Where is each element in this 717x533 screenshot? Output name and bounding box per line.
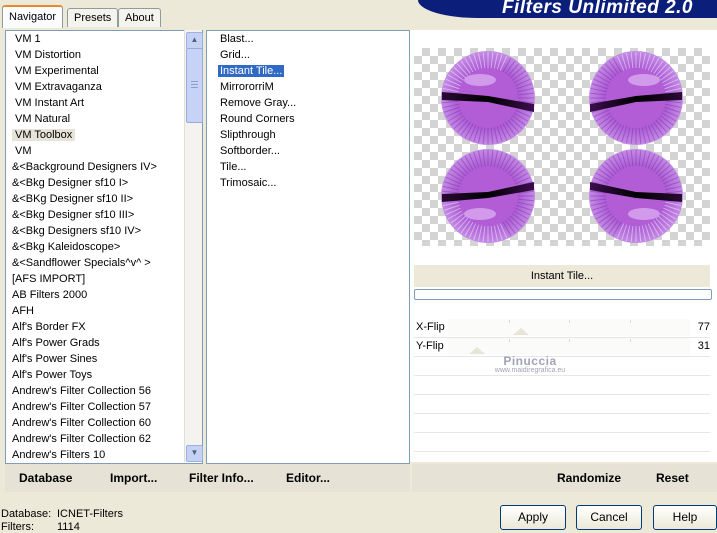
category-item[interactable]: &<Bkg Designers sf10 IV> (6, 223, 202, 239)
parameter-panel: X-Flip 77 Y-Flip 31 (414, 319, 710, 459)
tab-navigator[interactable]: Navigator (2, 5, 64, 28)
preview-tile (589, 51, 683, 145)
filters-label: Filters: (1, 521, 34, 533)
tab-about[interactable]: About (118, 8, 161, 27)
category-list[interactable]: VM 1 VM Distortion VM Experimental VM Extra… (5, 30, 203, 464)
filter-item[interactable]: Round Corners (207, 111, 409, 127)
randomize-button[interactable]: Randomize (557, 471, 621, 485)
category-item[interactable]: VM Experimental (6, 63, 202, 79)
param-row-empty (414, 376, 710, 395)
category-item[interactable]: VM Natural (6, 111, 202, 127)
category-item[interactable]: Andrew's Filter Collection 57 (6, 399, 202, 415)
editor-button[interactable]: Editor... (286, 471, 330, 485)
category-item[interactable]: Andrew's Filter Collection 62 (6, 431, 202, 447)
title-banner: Filters Unlimited 2.0 (418, 0, 717, 18)
app-title: Filters Unlimited 2.0 (501, 0, 693, 18)
filter-item[interactable]: Remove Gray... (207, 95, 409, 111)
category-item[interactable]: &<Bkg Kaleidoscope> (6, 239, 202, 255)
category-item[interactable]: Andrew's Filter Collection 56 (6, 383, 202, 399)
category-item[interactable]: &<BKg Designer sf10 II> (6, 191, 202, 207)
scroll-down-icon[interactable]: ▼ (186, 445, 203, 462)
database-label: Database: (1, 508, 52, 520)
filters-value: 1114 (57, 521, 80, 533)
watermark-url: www.maidiregrafica.eu (494, 367, 566, 374)
preview-tile (441, 51, 535, 145)
category-item[interactable]: Alf's Power Grads (6, 335, 202, 351)
filter-item[interactable]: Blast... (207, 31, 409, 47)
preview-tile (589, 149, 683, 243)
category-item[interactable]: AB Filters 2000 (6, 287, 202, 303)
apply-button[interactable]: Apply (500, 505, 566, 530)
param-row-empty (414, 395, 710, 414)
param-row-empty (414, 433, 710, 452)
database-button[interactable]: Database (19, 471, 72, 485)
category-item[interactable]: VM Extravaganza (6, 79, 202, 95)
scroll-thumb[interactable] (186, 48, 203, 123)
category-item[interactable]: &<Bkg Designer sf10 III> (6, 207, 202, 223)
xflip-label: X-Flip (416, 321, 445, 333)
category-item[interactable]: VM Toolbox (6, 127, 202, 143)
filter-item[interactable]: Instant Tile... (207, 63, 409, 79)
filter-item[interactable]: MirrororriM (207, 79, 409, 95)
import-button[interactable]: Import... (110, 471, 157, 485)
filter-item[interactable]: Grid... (207, 47, 409, 63)
tab-presets[interactable]: Presets (67, 8, 119, 27)
database-value: ICNET-Filters (57, 508, 123, 520)
tab-bar: Navigator Presets About (0, 5, 200, 28)
category-item[interactable]: &<Bkg Designer sf10 I> (6, 175, 202, 191)
preview-image (414, 48, 710, 246)
param-row-empty (414, 414, 710, 433)
category-item[interactable]: Alf's Power Sines (6, 351, 202, 367)
category-item[interactable]: AFH (6, 303, 202, 319)
filter-item[interactable]: Slipthrough (207, 127, 409, 143)
category-item[interactable]: Alf's Power Toys (6, 367, 202, 383)
category-item[interactable]: [AFS IMPORT] (6, 271, 202, 287)
progress-bar (414, 289, 712, 300)
category-item[interactable]: &<Sandflower Specials^v^ > (6, 255, 202, 271)
category-item[interactable]: VM (6, 143, 202, 159)
watermark-name: Pinuccia (503, 354, 557, 368)
param-row-xflip: X-Flip 77 (414, 319, 710, 338)
preview-tile (441, 149, 535, 243)
selected-filter-name: Instant Tile... (414, 265, 710, 287)
database-info: Database: ICNET-Filters (1, 508, 123, 520)
help-button[interactable]: Help (653, 505, 717, 530)
watermark: Pinuccia www.maidiregrafica.eu (480, 354, 580, 374)
filter-info-button[interactable]: Filter Info... (189, 471, 254, 485)
filter-item[interactable]: Trimosaic... (207, 175, 409, 191)
xflip-value[interactable]: 77 (698, 321, 710, 333)
category-item[interactable]: VM Instant Art (6, 95, 202, 111)
right-toolbar: Randomize Reset (412, 464, 717, 492)
cancel-button[interactable]: Cancel (576, 505, 642, 530)
reset-button[interactable]: Reset (656, 471, 689, 485)
filter-list[interactable]: Blast... Grid... Instant Tile... Mirrororri… (206, 30, 410, 464)
category-item[interactable]: Andrew's Filter Collection 60 (6, 415, 202, 431)
yflip-slider-knob[interactable] (469, 347, 486, 354)
xflip-slider-knob[interactable] (512, 328, 529, 335)
preview-tiles-graphic (441, 51, 683, 243)
filters-info: Filters: 1114 (1, 521, 80, 533)
yflip-slider[interactable] (448, 338, 690, 355)
category-item[interactable]: VM Distortion (6, 47, 202, 63)
xflip-slider[interactable] (448, 319, 690, 336)
yflip-value[interactable]: 31 (698, 340, 710, 352)
category-item[interactable]: &<Background Designers IV> (6, 159, 202, 175)
category-scrollbar[interactable]: ▲ ▼ (184, 30, 203, 462)
filter-item[interactable]: Softborder... (207, 143, 409, 159)
scroll-up-icon[interactable]: ▲ (186, 32, 203, 49)
filter-item[interactable]: Tile... (207, 159, 409, 175)
left-toolbar: Database Import... Filter Info... Editor… (5, 464, 410, 492)
category-item[interactable]: Andrew's Filters 10 (6, 447, 202, 463)
category-item[interactable]: VM 1 (6, 31, 202, 47)
category-item[interactable]: Alf's Border FX (6, 319, 202, 335)
yflip-label: Y-Flip (416, 340, 444, 352)
